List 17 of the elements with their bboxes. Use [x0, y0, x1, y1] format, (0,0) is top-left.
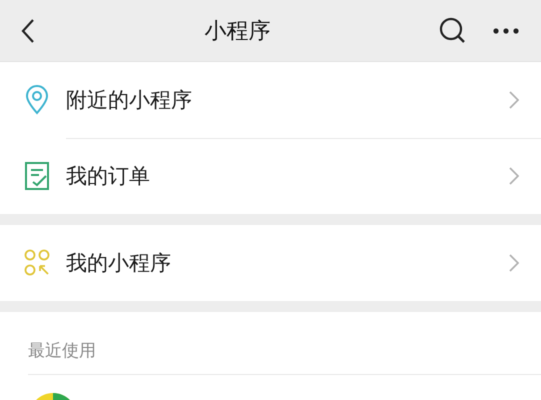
page-title: 小程序 [204, 18, 272, 46]
location-pin-icon [24, 85, 50, 115]
checklist-icon [24, 161, 50, 191]
menu-item-label: 我的订单 [66, 163, 151, 190]
section-header: 最近使用 [28, 340, 96, 362]
chevron-right-icon [509, 90, 519, 108]
chevron-right-icon [509, 254, 519, 272]
circles-grid-icon [24, 249, 50, 277]
menu-item[interactable]: 附近的小程序 [0, 62, 541, 138]
menu-item[interactable]: 我的订单 [0, 138, 541, 214]
more-icon[interactable] [493, 26, 519, 34]
search-icon[interactable] [439, 16, 467, 44]
menu-item[interactable]: 我的小程序 [0, 225, 541, 301]
menu-item-label: 附近的小程序 [66, 86, 193, 114]
back-icon[interactable] [20, 18, 36, 44]
menu-item-label: 我的小程序 [66, 250, 172, 277]
chevron-right-icon [509, 167, 519, 185]
